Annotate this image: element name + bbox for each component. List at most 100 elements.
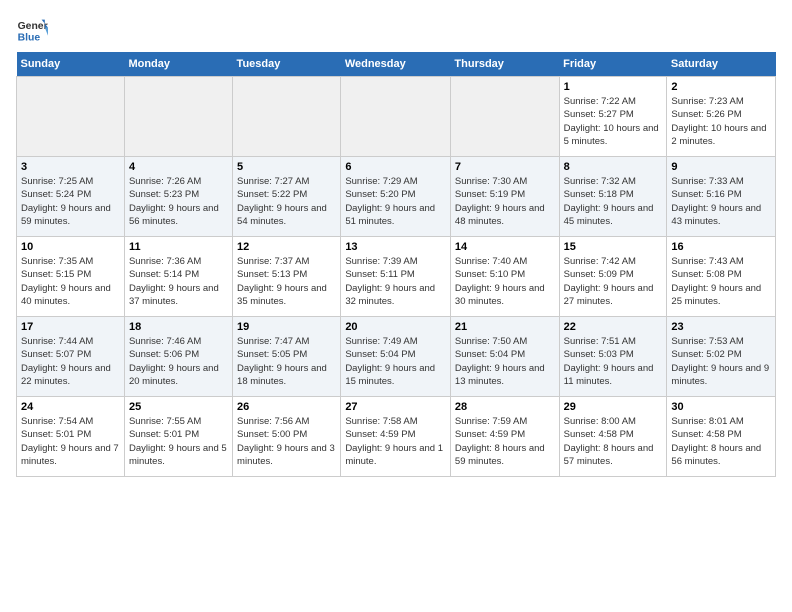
calendar-cell: 6 Sunrise: 7:29 AM Sunset: 5:20 PM Daylig… — [341, 157, 451, 237]
day-header-thursday: Thursday — [450, 52, 559, 77]
calendar-cell — [341, 77, 451, 157]
week-row-4: 17Sunrise: 7:44 AM Sunset: 5:07 PM Dayli… — [17, 317, 776, 397]
day-number: 5 — [237, 161, 336, 173]
calendar-cell: 15 Sunrise: 7:42 AM Sunset: 5:09 PM Dayli… — [559, 237, 667, 317]
day-number: 27 — [345, 401, 446, 413]
header: General Blue — [16, 16, 776, 44]
calendar-cell: 10 Sunrise: 7:35 AM Sunset: 5:15 PM Dayli… — [17, 237, 125, 317]
day-number: 8 — [564, 161, 663, 173]
day-info: Sunrise: 7:47 AM Sunset: 5:05 PM Dayligh… — [237, 335, 336, 388]
week-row-1: 1 Sunrise: 7:22 AM Sunset: 5:27 PM Daylig… — [17, 77, 776, 157]
calendar-cell: 1 Sunrise: 7:22 AM Sunset: 5:27 PM Daylig… — [559, 77, 667, 157]
day-number: 15 — [564, 241, 663, 253]
day-info: Sunrise: 7:27 AM Sunset: 5:22 PM Dayligh… — [237, 175, 336, 228]
week-row-3: 10 Sunrise: 7:35 AM Sunset: 5:15 PM Dayli… — [17, 237, 776, 317]
day-info: Sunrise: 7:25 AM Sunset: 5:24 PM Dayligh… — [21, 175, 120, 228]
day-number: 20 — [345, 321, 446, 333]
day-number: 14 — [455, 241, 555, 253]
calendar-cell: 20 Sunrise: 7:49 AM Sunset: 5:04 PM Dayli… — [341, 317, 451, 397]
calendar-cell — [124, 77, 232, 157]
day-info: Sunrise: 7:42 AM Sunset: 5:09 PM Dayligh… — [564, 255, 663, 308]
day-number: 7 — [455, 161, 555, 173]
day-info: Sunrise: 7:39 AM Sunset: 5:11 PM Dayligh… — [345, 255, 446, 308]
calendar-cell: 8Sunrise: 7:32 AM Sunset: 5:18 PM Daylig… — [559, 157, 667, 237]
calendar-cell: 19 Sunrise: 7:47 AM Sunset: 5:05 PM Dayli… — [233, 317, 341, 397]
calendar-cell: 29 Sunrise: 8:00 AM Sunset: 4:58 PM Dayli… — [559, 397, 667, 477]
calendar-cell: 9 Sunrise: 7:33 AM Sunset: 5:16 PM Daylig… — [667, 157, 776, 237]
calendar-cell: 3 Sunrise: 7:25 AM Sunset: 5:24 PM Daylig… — [17, 157, 125, 237]
calendar-header-row: SundayMondayTuesdayWednesdayThursdayFrid… — [17, 52, 776, 77]
calendar-cell: 26 Sunrise: 7:56 AM Sunset: 5:00 PM Dayli… — [233, 397, 341, 477]
calendar-cell: 25Sunrise: 7:55 AM Sunset: 5:01 PM Dayli… — [124, 397, 232, 477]
day-number: 11 — [129, 241, 228, 253]
day-number: 18 — [129, 321, 228, 333]
day-number: 16 — [671, 241, 771, 253]
day-info: Sunrise: 8:00 AM Sunset: 4:58 PM Dayligh… — [564, 415, 663, 468]
calendar-cell: 27 Sunrise: 7:58 AM Sunset: 4:59 PM Dayli… — [341, 397, 451, 477]
day-number: 2 — [671, 81, 771, 93]
day-info: Sunrise: 7:43 AM Sunset: 5:08 PM Dayligh… — [671, 255, 771, 308]
day-header-tuesday: Tuesday — [233, 52, 341, 77]
day-info: Sunrise: 7:49 AM Sunset: 5:04 PM Dayligh… — [345, 335, 446, 388]
day-info: Sunrise: 7:46 AM Sunset: 5:06 PM Dayligh… — [129, 335, 228, 388]
day-info: Sunrise: 7:51 AM Sunset: 5:03 PM Dayligh… — [564, 335, 663, 388]
day-number: 9 — [671, 161, 771, 173]
calendar-cell: 2 Sunrise: 7:23 AM Sunset: 5:26 PM Daylig… — [667, 77, 776, 157]
day-number: 24 — [21, 401, 120, 413]
day-number: 28 — [455, 401, 555, 413]
day-info: Sunrise: 7:56 AM Sunset: 5:00 PM Dayligh… — [237, 415, 336, 468]
calendar-cell: 7 Sunrise: 7:30 AM Sunset: 5:19 PM Daylig… — [450, 157, 559, 237]
calendar-cell: 21 Sunrise: 7:50 AM Sunset: 5:04 PM Dayli… — [450, 317, 559, 397]
day-number: 6 — [345, 161, 446, 173]
day-info: Sunrise: 7:55 AM Sunset: 5:01 PM Dayligh… — [129, 415, 228, 468]
svg-text:Blue: Blue — [18, 32, 41, 43]
calendar-table: SundayMondayTuesdayWednesdayThursdayFrid… — [16, 52, 776, 477]
calendar-body: 1 Sunrise: 7:22 AM Sunset: 5:27 PM Daylig… — [17, 77, 776, 477]
calendar-cell: 30 Sunrise: 8:01 AM Sunset: 4:58 PM Dayli… — [667, 397, 776, 477]
day-number: 22 — [564, 321, 663, 333]
calendar-cell — [17, 77, 125, 157]
day-info: Sunrise: 7:29 AM Sunset: 5:20 PM Dayligh… — [345, 175, 446, 228]
day-info: Sunrise: 7:40 AM Sunset: 5:10 PM Dayligh… — [455, 255, 555, 308]
day-info: Sunrise: 7:59 AM Sunset: 4:59 PM Dayligh… — [455, 415, 555, 468]
day-number: 1 — [564, 81, 663, 93]
calendar-cell: 16 Sunrise: 7:43 AM Sunset: 5:08 PM Dayli… — [667, 237, 776, 317]
calendar-cell: 17Sunrise: 7:44 AM Sunset: 5:07 PM Dayli… — [17, 317, 125, 397]
week-row-5: 24 Sunrise: 7:54 AM Sunset: 5:01 PM Dayli… — [17, 397, 776, 477]
day-info: Sunrise: 7:22 AM Sunset: 5:27 PM Dayligh… — [564, 95, 663, 148]
day-info: Sunrise: 7:35 AM Sunset: 5:15 PM Dayligh… — [21, 255, 120, 308]
day-number: 21 — [455, 321, 555, 333]
logo-icon: General Blue — [16, 16, 48, 44]
calendar-cell: 13Sunrise: 7:39 AM Sunset: 5:11 PM Dayli… — [341, 237, 451, 317]
day-info: Sunrise: 7:53 AM Sunset: 5:02 PM Dayligh… — [671, 335, 771, 388]
day-info: Sunrise: 7:30 AM Sunset: 5:19 PM Dayligh… — [455, 175, 555, 228]
day-number: 23 — [671, 321, 771, 333]
day-info: Sunrise: 7:58 AM Sunset: 4:59 PM Dayligh… — [345, 415, 446, 468]
day-info: Sunrise: 7:33 AM Sunset: 5:16 PM Dayligh… — [671, 175, 771, 228]
calendar-cell: 4Sunrise: 7:26 AM Sunset: 5:23 PM Daylig… — [124, 157, 232, 237]
day-info: Sunrise: 8:01 AM Sunset: 4:58 PM Dayligh… — [671, 415, 771, 468]
day-info: Sunrise: 7:44 AM Sunset: 5:07 PM Dayligh… — [21, 335, 120, 388]
day-number: 3 — [21, 161, 120, 173]
calendar-cell: 24 Sunrise: 7:54 AM Sunset: 5:01 PM Dayli… — [17, 397, 125, 477]
day-info: Sunrise: 7:23 AM Sunset: 5:26 PM Dayligh… — [671, 95, 771, 148]
logo: General Blue — [16, 16, 48, 44]
day-info: Sunrise: 7:50 AM Sunset: 5:04 PM Dayligh… — [455, 335, 555, 388]
day-number: 12 — [237, 241, 336, 253]
calendar-cell: 5 Sunrise: 7:27 AM Sunset: 5:22 PM Daylig… — [233, 157, 341, 237]
day-number: 19 — [237, 321, 336, 333]
day-info: Sunrise: 7:37 AM Sunset: 5:13 PM Dayligh… — [237, 255, 336, 308]
day-number: 30 — [671, 401, 771, 413]
calendar-cell: 28 Sunrise: 7:59 AM Sunset: 4:59 PM Dayli… — [450, 397, 559, 477]
calendar-cell: 11 Sunrise: 7:36 AM Sunset: 5:14 PM Dayli… — [124, 237, 232, 317]
day-header-friday: Friday — [559, 52, 667, 77]
day-number: 10 — [21, 241, 120, 253]
day-info: Sunrise: 7:54 AM Sunset: 5:01 PM Dayligh… — [21, 415, 120, 468]
day-number: 26 — [237, 401, 336, 413]
calendar-cell: 12 Sunrise: 7:37 AM Sunset: 5:13 PM Dayli… — [233, 237, 341, 317]
calendar-cell — [450, 77, 559, 157]
calendar-cell: 22 Sunrise: 7:51 AM Sunset: 5:03 PM Dayli… — [559, 317, 667, 397]
day-info: Sunrise: 7:36 AM Sunset: 5:14 PM Dayligh… — [129, 255, 228, 308]
day-number: 29 — [564, 401, 663, 413]
day-header-wednesday: Wednesday — [341, 52, 451, 77]
